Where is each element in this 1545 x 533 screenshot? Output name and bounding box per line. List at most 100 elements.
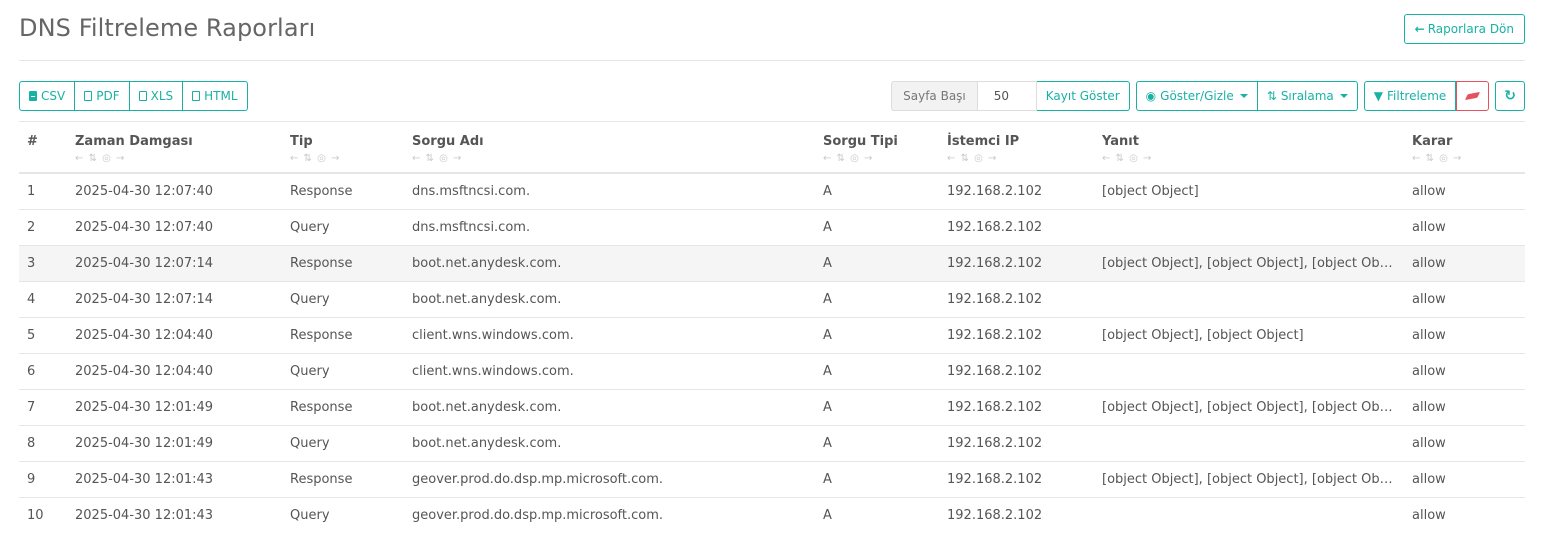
cell-response bbox=[1094, 282, 1404, 318]
column-controls-icon[interactable]: ← ⇅ ◎ → bbox=[1102, 153, 1396, 164]
table-row[interactable]: 92025-04-30 12:01:43Responsegeover.prod.… bbox=[19, 462, 1525, 498]
cell-decision: allow bbox=[1404, 282, 1525, 318]
filtering-button[interactable]: ▼ Filtreleme bbox=[1364, 81, 1456, 111]
export-csv-button[interactable]: CSV bbox=[19, 81, 75, 111]
cell-client-ip: 192.168.2.102 bbox=[939, 390, 1094, 426]
cell-index: 6 bbox=[19, 354, 67, 390]
export-html-button[interactable]: HTML bbox=[183, 81, 247, 111]
back-to-reports-label: Raporlara Dön bbox=[1428, 22, 1514, 36]
cell-decision: allow bbox=[1404, 173, 1525, 210]
table-row[interactable]: 22025-04-30 12:07:40Querydns.msftncsi.co… bbox=[19, 210, 1525, 246]
cell-type: Response bbox=[282, 318, 404, 354]
cell-index: 10 bbox=[19, 498, 67, 533]
cell-response: [object Object], [object Object] bbox=[1094, 318, 1404, 354]
cell-timestamp: 2025-04-30 12:07:14 bbox=[67, 282, 282, 318]
show-records-button[interactable]: Kayıt Göster bbox=[1037, 81, 1130, 111]
column-header-query-name[interactable]: Sorgu Adı← ⇅ ◎ → bbox=[404, 122, 815, 174]
cell-response: [object Object], [object Object], [objec… bbox=[1094, 390, 1404, 426]
clear-filters-button[interactable] bbox=[1456, 81, 1489, 111]
cell-type: Query bbox=[282, 426, 404, 462]
file-code-icon bbox=[192, 91, 200, 101]
cell-query-type: A bbox=[815, 173, 939, 210]
filtering-label: Filtreleme bbox=[1387, 82, 1446, 110]
cell-client-ip: 192.168.2.102 bbox=[939, 318, 1094, 354]
filter-icon: ▼ bbox=[1374, 82, 1383, 110]
cell-query-type: A bbox=[815, 390, 939, 426]
cell-timestamp: 2025-04-30 12:04:40 bbox=[67, 318, 282, 354]
cell-query-name: boot.net.anydesk.com. bbox=[404, 390, 815, 426]
column-header-timestamp[interactable]: Zaman Damgası← ⇅ ◎ → bbox=[67, 122, 282, 174]
file-excel-icon bbox=[139, 91, 147, 101]
column-controls-icon[interactable]: ← ⇅ ◎ → bbox=[290, 153, 396, 164]
table-row[interactable]: 12025-04-30 12:07:40Responsedns.msftncsi… bbox=[19, 173, 1525, 210]
refresh-button[interactable]: ↻ bbox=[1495, 81, 1525, 111]
cell-decision: allow bbox=[1404, 246, 1525, 282]
column-controls-icon[interactable]: ← ⇅ ◎ → bbox=[1412, 153, 1517, 164]
column-header-query-type[interactable]: Sorgu Tipi← ⇅ ◎ → bbox=[815, 122, 939, 174]
page-size-group: Sayfa Başı Kayıt Göster bbox=[891, 81, 1130, 111]
table-row[interactable]: 62025-04-30 12:04:40Queryclient.wns.wind… bbox=[19, 354, 1525, 390]
cell-query-name: boot.net.anydesk.com. bbox=[404, 282, 815, 318]
cell-client-ip: 192.168.2.102 bbox=[939, 173, 1094, 210]
cell-index: 9 bbox=[19, 462, 67, 498]
cell-response bbox=[1094, 498, 1404, 533]
file-pdf-icon bbox=[84, 91, 92, 101]
table-row[interactable]: 72025-04-30 12:01:49Responseboot.net.any… bbox=[19, 390, 1525, 426]
table-header-row: # Zaman Damgası← ⇅ ◎ → Tip← ⇅ ◎ → Sorgu … bbox=[19, 122, 1525, 174]
cell-client-ip: 192.168.2.102 bbox=[939, 282, 1094, 318]
cell-timestamp: 2025-04-30 12:01:49 bbox=[67, 426, 282, 462]
show-hide-columns-button[interactable]: ◉ Göster/Gizle bbox=[1136, 81, 1258, 111]
cell-index: 7 bbox=[19, 390, 67, 426]
export-pdf-label: PDF bbox=[96, 82, 119, 110]
cell-index: 5 bbox=[19, 318, 67, 354]
cell-client-ip: 192.168.2.102 bbox=[939, 210, 1094, 246]
column-header-response[interactable]: Yanıt← ⇅ ◎ → bbox=[1094, 122, 1404, 174]
cell-query-name: boot.net.anydesk.com. bbox=[404, 246, 815, 282]
cell-client-ip: 192.168.2.102 bbox=[939, 354, 1094, 390]
column-header-client-ip[interactable]: İstemci IP← ⇅ ◎ → bbox=[939, 122, 1094, 174]
cell-index: 8 bbox=[19, 426, 67, 462]
table-row[interactable]: 102025-04-30 12:01:43Querygeover.prod.do… bbox=[19, 498, 1525, 533]
dns-report-page: DNS Filtreleme Raporları ←Raporlara Dön … bbox=[0, 0, 1545, 532]
cell-query-type: A bbox=[815, 246, 939, 282]
cell-type: Query bbox=[282, 282, 404, 318]
sorting-label: Sıralama bbox=[1281, 82, 1334, 110]
cell-decision: allow bbox=[1404, 426, 1525, 462]
cell-query-type: A bbox=[815, 462, 939, 498]
cell-decision: allow bbox=[1404, 462, 1525, 498]
export-pdf-button[interactable]: PDF bbox=[75, 81, 129, 111]
cell-timestamp: 2025-04-30 12:07:40 bbox=[67, 173, 282, 210]
column-controls-icon[interactable]: ← ⇅ ◎ → bbox=[75, 153, 274, 164]
table-row[interactable]: 42025-04-30 12:07:14Queryboot.net.anydes… bbox=[19, 282, 1525, 318]
cell-response: [object Object], [object Object], [objec… bbox=[1094, 246, 1404, 282]
cell-query-type: A bbox=[815, 210, 939, 246]
column-controls-icon[interactable]: ← ⇅ ◎ → bbox=[412, 153, 807, 164]
sorting-button[interactable]: ⇅ Sıralama bbox=[1258, 81, 1358, 111]
cell-query-type: A bbox=[815, 426, 939, 462]
cell-decision: allow bbox=[1404, 354, 1525, 390]
column-header-decision[interactable]: Karar← ⇅ ◎ → bbox=[1404, 122, 1525, 174]
cell-type: Query bbox=[282, 354, 404, 390]
cell-query-name: client.wns.windows.com. bbox=[404, 318, 815, 354]
column-controls-icon[interactable]: ← ⇅ ◎ → bbox=[823, 153, 931, 164]
export-html-label: HTML bbox=[204, 82, 237, 110]
table-body: 12025-04-30 12:07:40Responsedns.msftncsi… bbox=[19, 173, 1525, 533]
column-header-type[interactable]: Tip← ⇅ ◎ → bbox=[282, 122, 404, 174]
table-row[interactable]: 82025-04-30 12:01:49Queryboot.net.anydes… bbox=[19, 426, 1525, 462]
back-to-reports-button[interactable]: ←Raporlara Dön bbox=[1404, 14, 1525, 44]
table-row[interactable]: 52025-04-30 12:04:40Responseclient.wns.w… bbox=[19, 318, 1525, 354]
export-xls-button[interactable]: XLS bbox=[130, 81, 184, 111]
cell-timestamp: 2025-04-30 12:01:43 bbox=[67, 498, 282, 533]
page-size-input[interactable] bbox=[977, 81, 1037, 111]
show-hide-label: Göster/Gizle bbox=[1160, 82, 1234, 110]
cell-response bbox=[1094, 210, 1404, 246]
cell-type: Response bbox=[282, 462, 404, 498]
column-controls-icon[interactable]: ← ⇅ ◎ → bbox=[947, 153, 1086, 164]
cell-type: Query bbox=[282, 498, 404, 533]
export-csv-label: CSV bbox=[41, 82, 65, 110]
cell-response: [object Object] bbox=[1094, 173, 1404, 210]
table-tools: Sayfa Başı Kayıt Göster ◉ Göster/Gizle ⇅… bbox=[891, 81, 1525, 111]
table-row[interactable]: 32025-04-30 12:07:14Responseboot.net.any… bbox=[19, 246, 1525, 282]
file-text-icon bbox=[29, 91, 37, 101]
cell-timestamp: 2025-04-30 12:01:49 bbox=[67, 390, 282, 426]
